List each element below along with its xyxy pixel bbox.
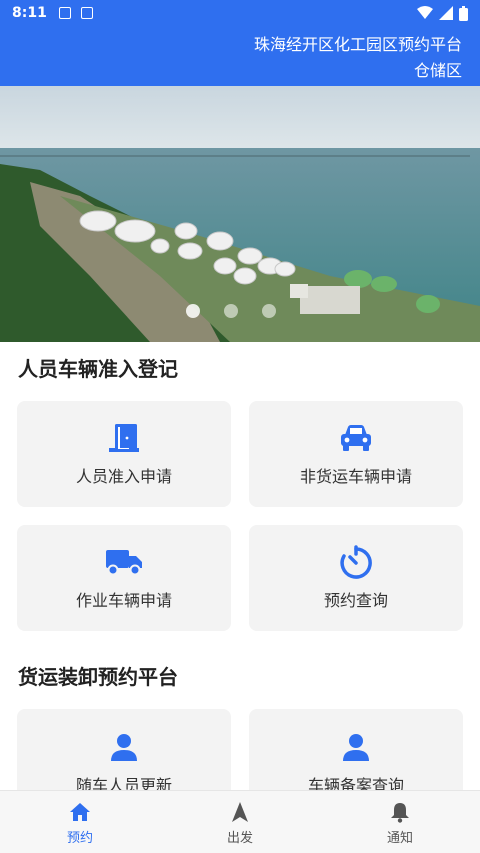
card-work-vehicle-application[interactable]: 作业车辆申请 [17,525,231,631]
tab-label: 预约 [66,830,93,846]
app-header: 珠海经开区化工园区预约平台 仓储区 [0,26,480,86]
card-vehicle-record-query[interactable]: 车辆备案查询 [249,709,463,799]
section-title-registration: 人员车辆准入登记 [18,357,178,381]
wifi-icon [417,6,433,19]
tab-booking[interactable]: 预约 [0,791,160,853]
person-icon [336,730,376,764]
status-time: 8:11 [12,5,47,21]
car-icon [336,421,376,455]
home-icon [69,799,91,825]
bottom-tab-bar: 预约 出发 通知 [0,790,480,853]
door-icon [104,421,144,455]
tab-notifications[interactable]: 通知 [320,791,480,853]
card-label: 非货运车辆申请 [299,467,412,486]
status-bar: 8:11 [0,0,480,26]
tab-depart[interactable]: 出发 [160,791,320,853]
header-title: 珠海经开区化工园区预约平台 [253,35,462,54]
card-booking-query[interactable]: 预约查询 [249,525,463,631]
carousel-indicator [186,304,276,318]
carousel-dot[interactable] [262,304,276,318]
card-personnel-application[interactable]: 人员准入申请 [17,401,231,507]
card-label: 作业车辆申请 [75,591,172,610]
header-subtitle: 仓储区 [413,61,462,80]
carousel-dot[interactable] [186,304,200,318]
timer-icon [336,545,376,579]
bell-icon [390,799,410,825]
section-title-freight: 货运装卸预约平台 [18,665,178,689]
signal-icon [439,6,453,20]
tab-label: 通知 [386,830,413,846]
truck-icon [104,545,144,579]
tab-label: 出发 [226,830,253,846]
carousel-dot[interactable] [224,304,238,318]
person-icon [104,730,144,764]
image-notification-icon [58,7,71,19]
battery-icon [459,5,468,21]
app-notification-icon [80,7,93,19]
card-accompanying-personnel-update[interactable]: 随车人员更新 [17,709,231,799]
card-label: 预约查询 [323,591,388,610]
banner-carousel[interactable] [0,86,480,342]
card-non-freight-vehicle-application[interactable]: 非货运车辆申请 [249,401,463,507]
navigation-arrow-icon [230,799,250,825]
card-label: 人员准入申请 [75,467,172,486]
